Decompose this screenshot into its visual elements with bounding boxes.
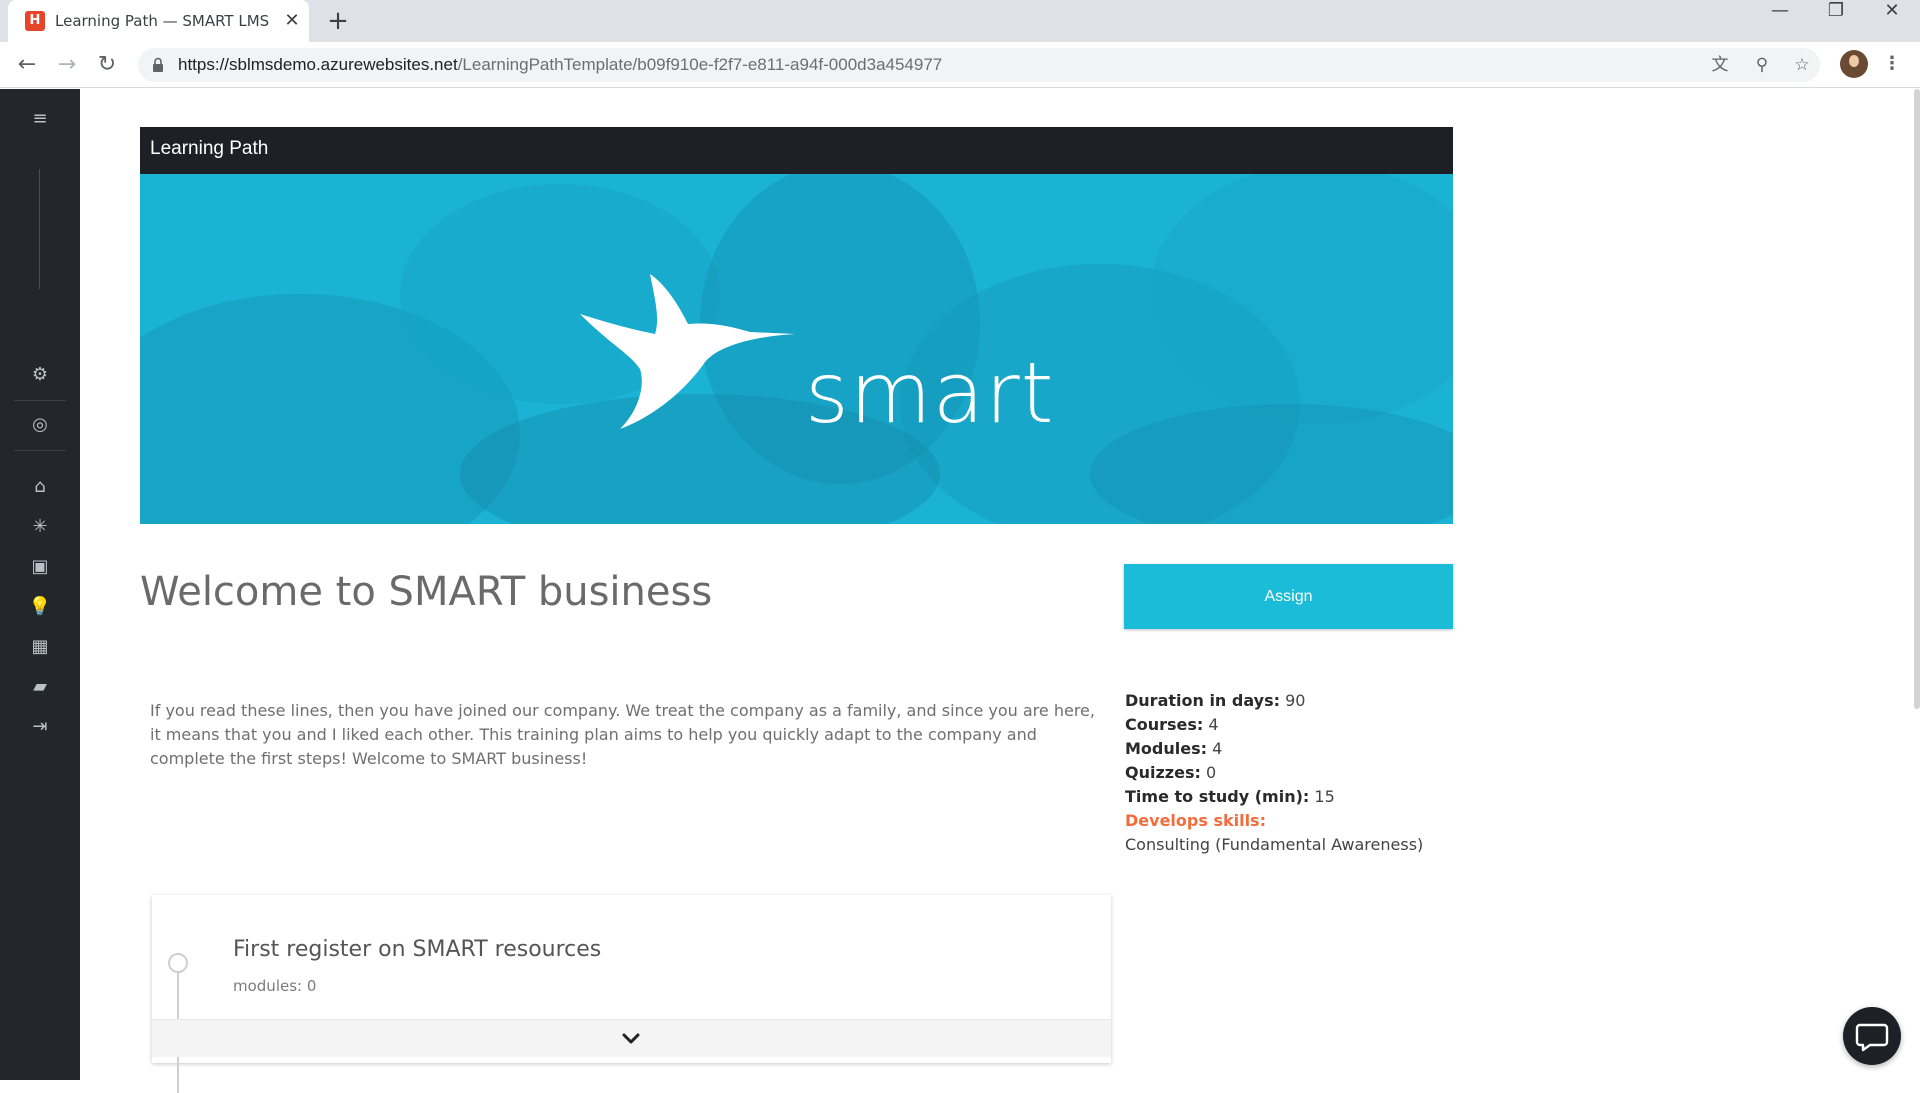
reload-icon[interactable]: ↻	[92, 50, 122, 80]
stat-courses-value: 4	[1208, 715, 1219, 734]
hero-banner: smart	[140, 174, 1453, 524]
menu-icon[interactable]: ≡	[26, 105, 54, 133]
stat-duration: Duration in days: 90	[1125, 689, 1465, 713]
course-card[interactable]: First register on SMART resources module…	[152, 895, 1111, 1093]
url-text: https://sblmsdemo.azurewebsites.net/Lear…	[178, 55, 942, 75]
lock-icon	[153, 57, 163, 72]
sidebar-divider	[14, 450, 66, 451]
browser-tabstrip: H Learning Path — SMART LMS ✕ + — ❐ ✕	[0, 0, 1920, 42]
tab-close-icon[interactable]: ✕	[280, 9, 304, 33]
forward-arrow-icon[interactable]: →	[52, 50, 82, 80]
browser-menu-icon[interactable]: ⋮	[1880, 50, 1904, 78]
target-icon[interactable]: ◎	[26, 411, 54, 439]
lightbulb-icon[interactable]: 💡	[26, 593, 54, 621]
sidebar-divider	[14, 400, 66, 401]
stat-modules-value: 4	[1212, 739, 1223, 758]
course-title[interactable]: First register on SMART resources	[233, 937, 601, 962]
stat-duration-value: 90	[1285, 691, 1306, 710]
folder-icon[interactable]: ▰	[26, 673, 54, 701]
back-arrow-icon[interactable]: ←	[12, 50, 42, 80]
settings-gears-icon[interactable]: ⚙	[26, 361, 54, 389]
zoom-icon[interactable]: ⚲	[1750, 53, 1774, 77]
learning-path-header: Learning Path	[140, 127, 1453, 174]
stat-quizzes-label: Quizzes:	[1125, 763, 1201, 782]
browser-tab[interactable]: H Learning Path — SMART LMS ✕	[8, 0, 309, 42]
stat-time: Time to study (min): 15	[1125, 785, 1465, 809]
logout-icon[interactable]: ⇥	[26, 713, 54, 741]
app-sidebar: ≡ ⚙ ◎ ⌂ ✳ ▣ 💡 ▦ ▰ ⇥	[0, 89, 80, 1080]
browser-toolbar: ← → ↻ https://sblmsdemo.azurewebsites.ne…	[0, 42, 1920, 88]
chat-widget-button[interactable]	[1843, 1007, 1901, 1065]
url-path: /LearningPathTemplate/b09f910e-f2f7-e811…	[457, 55, 943, 74]
course-card-footer	[152, 1019, 1111, 1057]
stat-courses: Courses: 4	[1125, 713, 1465, 737]
timeline-dot	[168, 953, 188, 973]
header-title: Learning Path	[150, 138, 269, 159]
stat-time-label: Time to study (min):	[1125, 787, 1310, 806]
new-tab-icon[interactable]: +	[324, 7, 352, 35]
stat-skills-value: Consulting (Fundamental Awareness)	[1125, 835, 1424, 854]
sidebar-divider-line	[39, 169, 40, 289]
course-modules-count: modules: 0	[233, 977, 317, 995]
stat-modules-label: Modules:	[1125, 739, 1208, 758]
chat-bubble-icon	[1855, 1023, 1889, 1052]
stat-time-value: 15	[1314, 787, 1335, 806]
bookmark-star-icon[interactable]: ☆	[1790, 53, 1814, 77]
window-close-icon[interactable]: ✕	[1864, 0, 1920, 38]
address-bar[interactable]: https://sblmsdemo.azurewebsites.net/Lear…	[138, 48, 1820, 82]
stat-modules: Modules: 4	[1125, 737, 1465, 761]
minimize-icon[interactable]: —	[1752, 0, 1808, 38]
tab-title: Learning Path — SMART LMS	[55, 12, 270, 30]
network-icon[interactable]: ✳	[26, 513, 54, 541]
url-host: https://sblmsdemo.azurewebsites.net	[178, 55, 458, 74]
restore-icon[interactable]: ❐	[1808, 0, 1864, 38]
profile-avatar[interactable]	[1840, 50, 1868, 78]
learning-path-description: If you read these lines, then you have j…	[150, 701, 1095, 768]
stat-duration-label: Duration in days:	[1125, 691, 1280, 710]
presentation-icon[interactable]: ▣	[26, 553, 54, 581]
learning-path-stats: Duration in days: 90 Courses: 4 Modules:…	[1125, 689, 1465, 857]
stat-skills-label: Develops skills:	[1125, 811, 1266, 830]
stat-courses-label: Courses:	[1125, 715, 1204, 734]
assign-button[interactable]: Assign	[1124, 564, 1453, 629]
translate-icon[interactable]: 文	[1708, 53, 1732, 77]
stat-skills: Develops skills:	[1125, 809, 1465, 833]
home-icon[interactable]: ⌂	[26, 473, 54, 501]
stat-quizzes-value: 0	[1205, 763, 1217, 782]
calendar-icon[interactable]: ▦	[26, 633, 54, 661]
favicon-icon: H	[25, 11, 45, 31]
stat-quizzes: Quizzes: 0	[1125, 761, 1465, 785]
chevron-down-icon[interactable]	[617, 1026, 645, 1052]
banner-logo-text: smart	[805, 344, 1055, 442]
page-title: Welcome to SMART business	[140, 569, 713, 615]
page-scrollbar[interactable]	[1914, 89, 1920, 709]
main-content: Learning Path smart Welcome to SMART bus…	[80, 89, 1920, 1093]
